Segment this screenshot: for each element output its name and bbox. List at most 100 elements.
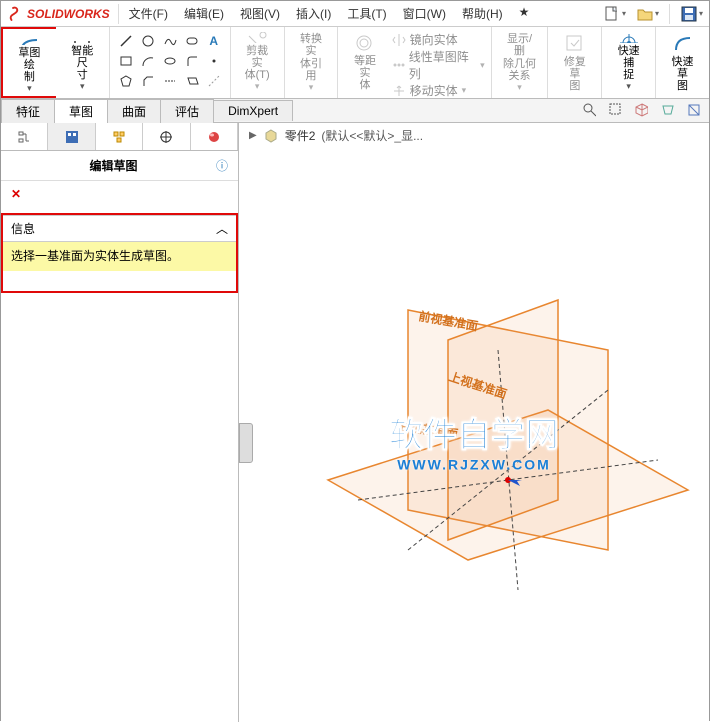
qat-save-button[interactable]: ▾	[678, 3, 705, 25]
spline-tool[interactable]	[160, 32, 180, 50]
menu-bar: SOLIDWORKS 文件(F) 编辑(E) 视图(V) 插入(I) 工具(T)…	[1, 1, 709, 27]
point-tool[interactable]	[204, 52, 224, 70]
repair-icon	[563, 32, 587, 54]
property-icon	[64, 129, 80, 145]
repair-sketch-button[interactable]: 修复草 图	[554, 29, 595, 95]
line-tool[interactable]	[116, 32, 136, 50]
line-icon	[119, 34, 133, 48]
sketch-icon	[17, 34, 41, 45]
display-style-button[interactable]	[657, 101, 677, 119]
move-entities-button[interactable]: 移动实体▾	[392, 82, 485, 99]
mirror-entities-button[interactable]: 镜向实体	[392, 31, 485, 48]
quick-access-toolbar: ▾ ▾ ▾	[597, 1, 709, 27]
construction-tool[interactable]	[204, 72, 224, 90]
tab-sketch[interactable]: 草图	[54, 99, 108, 123]
panel-title: 编辑草图	[89, 157, 137, 174]
circle-tool[interactable]	[138, 32, 158, 50]
part-icon	[263, 128, 279, 144]
info-label: 信息	[11, 220, 35, 237]
help-button[interactable]: ⓘ	[216, 157, 228, 174]
plane-tool[interactable]	[182, 72, 202, 90]
menu-help[interactable]: 帮助(H)	[454, 1, 511, 26]
qat-new-button[interactable]: ▾	[601, 3, 628, 25]
polygon-icon	[119, 74, 133, 88]
menu-insert[interactable]: 插入(I)	[288, 1, 339, 26]
snap-icon	[617, 32, 641, 43]
appearance-tab[interactable]	[191, 123, 238, 150]
slot-icon	[185, 34, 199, 48]
qat-open-button[interactable]: ▾	[634, 3, 661, 25]
menu-window[interactable]: 窗口(W)	[395, 1, 454, 26]
zoom-fit-icon	[582, 102, 596, 118]
section-view-button[interactable]	[683, 101, 703, 119]
menu-file[interactable]: 文件(F)	[121, 1, 176, 26]
fillet-tool[interactable]	[182, 52, 202, 70]
offset-entities-button[interactable]: 等距实 体	[344, 29, 385, 95]
zoom-area-button[interactable]	[605, 101, 625, 119]
linear-pattern-button[interactable]: 线性草图阵列▾	[392, 48, 485, 82]
arc-icon	[141, 54, 155, 68]
appearance-icon	[206, 129, 222, 145]
zoom-area-icon	[608, 102, 622, 118]
open-folder-icon	[636, 5, 654, 23]
ellipse-tool[interactable]	[160, 52, 180, 70]
graphics-viewport[interactable]: ▶ 零件2 (默认<<默认>_显... 前视基准面 上视基准面 右视基准面	[239, 123, 709, 722]
collapse-info-button[interactable]: ︿	[216, 220, 228, 237]
tab-dimxpert[interactable]: DimXpert	[213, 100, 293, 121]
info-section: 信息 ︿ 选择一基准面为实体生成草图。	[1, 213, 238, 293]
arc-tool[interactable]	[138, 52, 158, 70]
text-tool[interactable]: A	[204, 32, 224, 50]
plane-icon	[185, 74, 199, 88]
circle-icon	[141, 34, 155, 48]
quick-sketch-button[interactable]: 快速草 图	[662, 29, 703, 95]
target-icon	[158, 129, 174, 145]
tab-surface[interactable]: 曲面	[107, 99, 161, 123]
app-logo: SOLIDWORKS	[1, 5, 116, 23]
point-icon	[207, 54, 221, 68]
part-name[interactable]: 零件2	[285, 127, 316, 144]
centerline-tool[interactable]	[160, 72, 180, 90]
tab-evaluate[interactable]: 评估	[160, 99, 214, 123]
convert-entities-button[interactable]: 转换实 体引用 ▾	[291, 29, 332, 95]
panel-splitter[interactable]	[239, 423, 253, 463]
property-manager-tab[interactable]	[48, 123, 95, 150]
chamfer-tool[interactable]	[138, 72, 158, 90]
ellipse-icon	[163, 54, 177, 68]
display-icon	[660, 102, 674, 118]
quick-snap-button[interactable]: 快速捕 捉 ▾	[608, 29, 649, 95]
tree-icon	[16, 129, 32, 145]
new-document-icon	[603, 5, 621, 23]
configuration-tab[interactable]	[96, 123, 143, 150]
menu-edit[interactable]: 编辑(E)	[176, 1, 232, 26]
trim-button[interactable]: 剪裁实 体(T) ▾	[237, 29, 278, 95]
menu-view[interactable]: 视图(V)	[232, 1, 288, 26]
feature-tree-tab[interactable]	[1, 123, 48, 150]
reference-planes: 前视基准面 上视基准面 右视基准面	[298, 290, 698, 650]
dimxpert-tab[interactable]	[143, 123, 190, 150]
show-delete-relations-button[interactable]: 显示/删 除几何 关系 ▾	[498, 29, 542, 95]
expand-tree-icon[interactable]: ▶	[249, 130, 257, 141]
sketch-draw-button[interactable]: 草图绘 制 ▾	[9, 31, 50, 97]
property-manager-panel: 编辑草图 ⓘ ✕ 信息 ︿ 选择一基准面为实体生成草图。	[1, 123, 239, 722]
rectangle-icon	[119, 54, 133, 68]
close-property-button[interactable]: ✕	[1, 181, 238, 207]
text-A-icon: A	[209, 34, 218, 48]
smart-dimension-button[interactable]: 智能尺 寸 ▾	[62, 29, 103, 95]
rectangle-tool[interactable]	[116, 52, 136, 70]
tab-feature[interactable]: 特征	[1, 99, 55, 123]
cube-icon	[634, 102, 648, 118]
polygon-tool[interactable]	[116, 72, 136, 90]
fillet-icon	[185, 54, 199, 68]
menu-search[interactable]: ★	[511, 1, 538, 26]
view-orientation-button[interactable]	[631, 101, 651, 119]
slot-tool[interactable]	[182, 32, 202, 50]
right-plane[interactable]	[448, 300, 558, 540]
sketch-tools-grid: A	[116, 29, 224, 90]
part-state: (默认<<默认>_显...	[321, 127, 423, 144]
zoom-fit-button[interactable]	[579, 101, 599, 119]
spline-icon	[163, 34, 177, 48]
menu-tools[interactable]: 工具(T)	[339, 1, 394, 26]
mirror-icon	[392, 33, 406, 47]
dimension-icon	[70, 32, 94, 43]
config-icon	[111, 129, 127, 145]
